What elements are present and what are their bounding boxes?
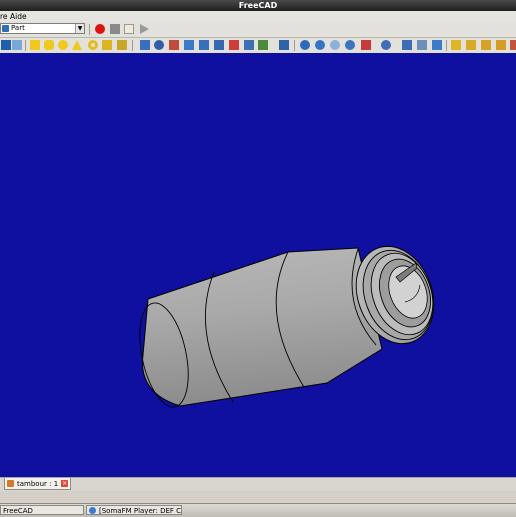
- part-thickness-icon[interactable]: [417, 40, 427, 50]
- part-sphere-icon[interactable]: [58, 40, 68, 50]
- toolbar-separator: [89, 24, 90, 35]
- os-taskbar: FreeCAD [SomaFM Player: DEF C...: [0, 503, 516, 517]
- folder-icon[interactable]: [12, 40, 22, 50]
- sketch-validate-icon[interactable]: [496, 40, 506, 50]
- document-tab[interactable]: tambour : 1 ×: [4, 478, 72, 490]
- part-cylinder-icon[interactable]: [44, 40, 54, 50]
- status-bar: [0, 491, 516, 503]
- workbench-macro-toolbar: Part ▼: [0, 22, 516, 38]
- part-section-icon[interactable]: [258, 40, 268, 50]
- menu-item-view[interactable]: re: [0, 11, 8, 22]
- part-common-icon[interactable]: [330, 40, 340, 50]
- taskbar-item-freecad[interactable]: FreeCAD: [0, 505, 84, 515]
- part-shape-builder-icon[interactable]: [117, 40, 127, 50]
- part-loft-icon[interactable]: [229, 40, 239, 50]
- sketch-edit-icon[interactable]: [466, 40, 476, 50]
- document-tab-bar: tambour : 1 ×: [0, 477, 516, 491]
- part-offset-icon[interactable]: [402, 40, 412, 50]
- part-fuse-icon[interactable]: [315, 40, 325, 50]
- drum-body: [139, 247, 383, 408]
- part-cone-icon[interactable]: [72, 40, 82, 50]
- edit-macro-icon[interactable]: [124, 24, 134, 34]
- chevron-down-icon[interactable]: ▼: [75, 24, 84, 33]
- workbench-selector[interactable]: Part ▼: [0, 23, 85, 34]
- taskbar-item-label: FreeCAD: [3, 507, 33, 515]
- taskbar-item-somafm[interactable]: [SomaFM Player: DEF C...: [86, 505, 182, 515]
- part-check-geometry-icon[interactable]: [361, 40, 371, 50]
- part-extrude-icon[interactable]: [140, 40, 150, 50]
- part-cross-sections-icon[interactable]: [381, 40, 391, 50]
- part-workbench-icon: [2, 25, 9, 32]
- run-macro-icon[interactable]: [139, 24, 149, 34]
- part-measure-icon[interactable]: [432, 40, 442, 50]
- part-sweep-icon[interactable]: [244, 40, 254, 50]
- open-file-icon[interactable]: [1, 40, 11, 50]
- window-title-bar: FreeCAD: [0, 0, 516, 11]
- part-fillet-icon[interactable]: [184, 40, 194, 50]
- 3d-viewport[interactable]: [0, 53, 516, 477]
- part-cut-icon[interactable]: [300, 40, 310, 50]
- toolbar-separator: [446, 40, 447, 51]
- record-macro-icon[interactable]: [95, 24, 105, 34]
- part-compound-icon[interactable]: [345, 40, 355, 50]
- toolbar-separator: [294, 40, 295, 51]
- part-chamfer-icon[interactable]: [199, 40, 209, 50]
- toolbar-separator: [132, 40, 133, 51]
- document-tab-label: tambour : 1: [17, 479, 59, 488]
- part-revolve-icon[interactable]: [154, 40, 164, 50]
- sketch-close-icon[interactable]: [510, 40, 516, 50]
- toolbar-separator: [25, 40, 26, 51]
- sketch-icon[interactable]: [451, 40, 461, 50]
- menu-item-help[interactable]: Aide: [10, 11, 27, 22]
- media-player-icon: [89, 507, 96, 514]
- drum-model[interactable]: [0, 53, 516, 477]
- stop-macro-icon[interactable]: [110, 24, 120, 34]
- part-torus-icon[interactable]: [88, 40, 98, 50]
- part-boolean-icon[interactable]: [279, 40, 289, 50]
- close-icon[interactable]: ×: [61, 480, 69, 487]
- part-mirror-icon[interactable]: [169, 40, 179, 50]
- sketch-map-icon[interactable]: [481, 40, 491, 50]
- part-box-icon[interactable]: [30, 40, 40, 50]
- part-toolbar: [0, 38, 516, 54]
- window-title: FreeCAD: [238, 1, 278, 10]
- document-icon: [7, 480, 14, 487]
- part-primitives-icon[interactable]: [102, 40, 112, 50]
- taskbar-item-label: [SomaFM Player: DEF C...: [99, 507, 182, 515]
- part-ruled-surface-icon[interactable]: [214, 40, 224, 50]
- workbench-selected-label: Part: [11, 24, 25, 32]
